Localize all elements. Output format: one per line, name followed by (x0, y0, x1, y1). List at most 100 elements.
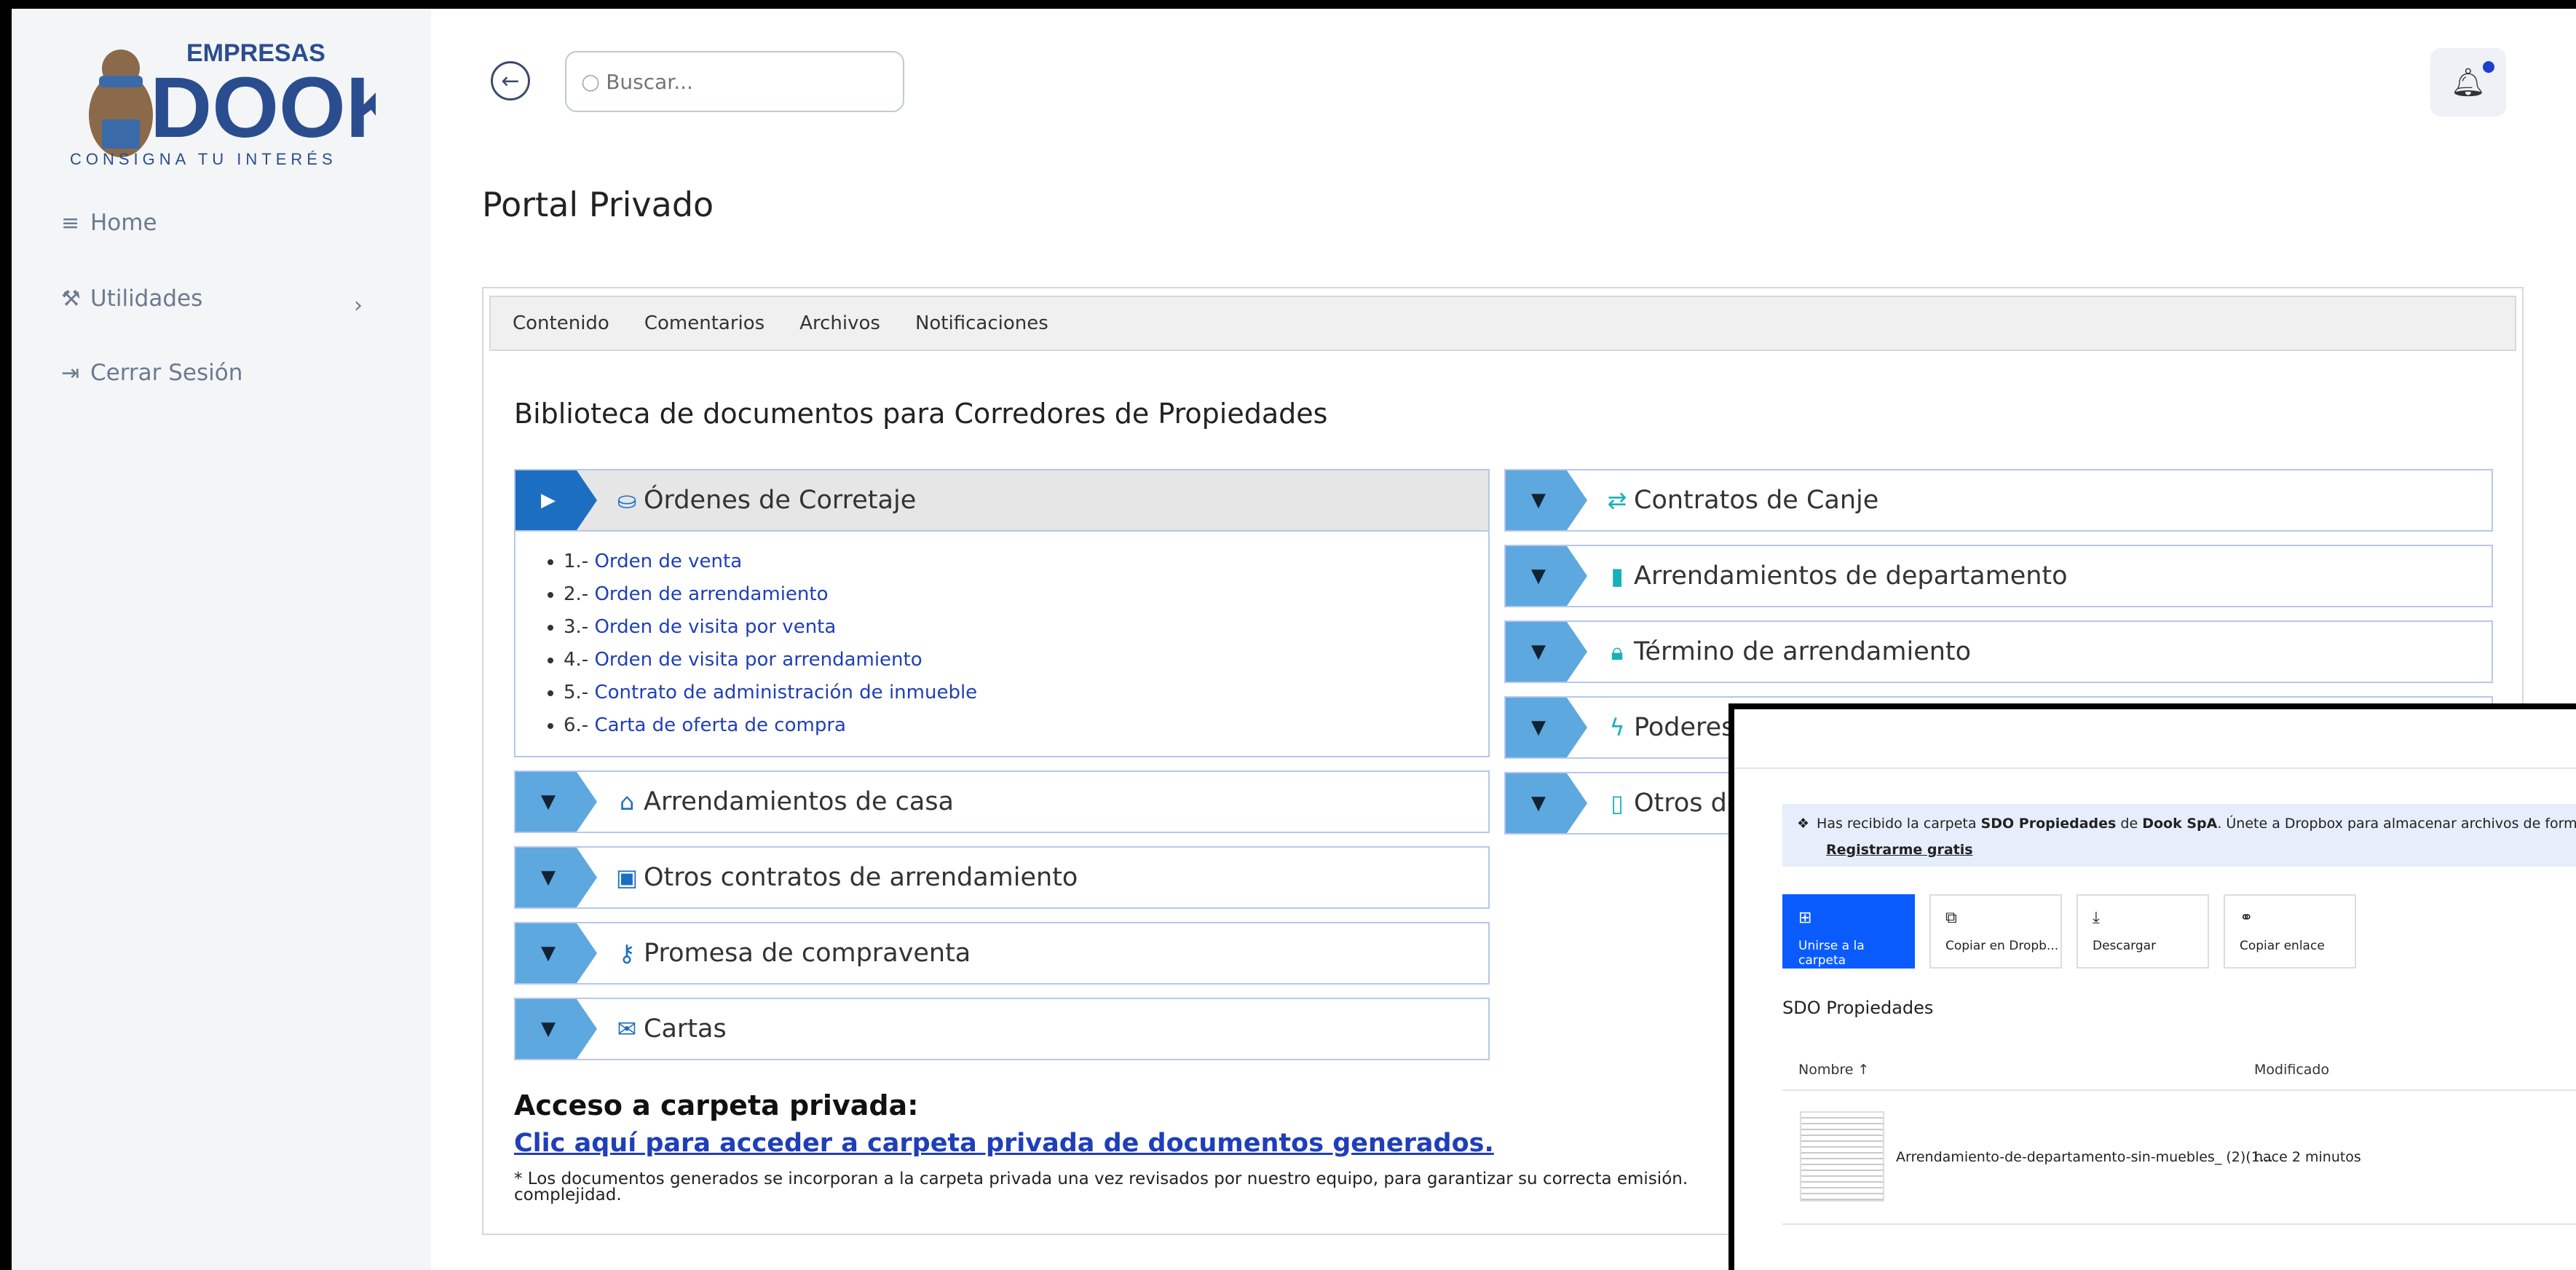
caret-down-icon: ▼ (541, 867, 556, 888)
logo-tagline: CONSIGNA TU INTERÉS (70, 150, 337, 166)
accordion-label: Otros do (1634, 789, 1743, 818)
doc-link-visita-venta[interactable]: Orden de visita por venta (594, 616, 836, 638)
accordion-termino-arrendamiento[interactable]: ▼ 🔒︎ Término de arrendamiento (1504, 620, 2493, 683)
search-box[interactable]: ○ (565, 51, 904, 112)
copy-link-button[interactable]: ⚭ Copiar enlace (2224, 894, 2356, 969)
accordion-arrendamientos-departamento[interactable]: ▼ ▮ Arrendamientos de departamento (1504, 545, 2493, 607)
lock-icon: 🔒︎ (1611, 637, 1624, 666)
doc-link-administracion[interactable]: Contrato de administración de inmueble (594, 682, 977, 703)
dropbox-banner: ❖ Has recibido la carpeta SDO Propiedades… (1782, 804, 2576, 867)
register-link[interactable]: Registrarme gratis (1826, 842, 2576, 858)
list-item: 3.- Orden de visita por venta (564, 616, 1488, 638)
accordion-toggle[interactable]: ▼ (515, 848, 597, 907)
caret-down-icon: ▼ (541, 791, 556, 813)
tab-notificaciones[interactable]: Notificaciones (915, 312, 1048, 334)
exchange-icon: ⇄ (1607, 486, 1627, 514)
tab-contenido[interactable]: Contenido (513, 312, 609, 334)
file-thumbnail[interactable] (1800, 1111, 1884, 1202)
tab-bar: Contenido Comentarios Archivos Notificac… (489, 296, 2516, 351)
accordion-arrendamientos-casa[interactable]: ▼ ⌂ Arrendamientos de casa (514, 770, 1490, 833)
page-title: Portal Privado (482, 185, 714, 224)
caret-down-icon: ▼ (1531, 792, 1546, 814)
column-header-modified[interactable]: Modificado (2254, 1062, 2329, 1078)
library-title: Biblioteca de documentos para Corredores… (514, 398, 1328, 430)
mascot-icon (89, 50, 153, 157)
download-icon: ⤓ (2093, 909, 2100, 927)
sidebar-item-home[interactable]: ≡ Home (61, 210, 157, 236)
file-modified: hace 2 minutos (2254, 1149, 2361, 1165)
accordion-label: Arrendamientos de casa (644, 787, 954, 816)
accordion-toggle[interactable]: ▼ (1506, 698, 1587, 757)
accordion-cartas[interactable]: ▼ ✉ Cartas (514, 998, 1490, 1060)
accordion-toggle[interactable]: ▼ (1506, 622, 1587, 682)
accordion-toggle[interactable]: ▼ (1506, 773, 1587, 833)
tab-archivos[interactable]: Archivos (799, 312, 880, 334)
accordion-label: Órdenes de Corretaje (644, 486, 917, 515)
caret-down-icon: ▼ (541, 1018, 556, 1040)
note-line: * Los documentos generados se incorporan… (514, 1170, 1688, 1188)
accordion-label: Arrendamientos de departamento (1634, 561, 2068, 591)
download-button[interactable]: ⤓ Descargar (2077, 894, 2209, 969)
accordion-toggle[interactable]: ▼ (1506, 546, 1587, 606)
folder-plus-icon: ⊞ (1798, 909, 1812, 927)
note-line: complejidad. (514, 1186, 622, 1204)
notifications-button[interactable]: 🔔︎ (2430, 48, 2506, 117)
accordion-label: Otros contratos de arrendamiento (644, 863, 1078, 892)
ordenes-list: 1.- Orden de venta 2.- Orden de arrendam… (514, 532, 1490, 757)
envelope-icon: ✉ (617, 1015, 637, 1043)
bolt-icon: ϟ (1609, 714, 1625, 741)
logo-main-text: DOOK (150, 60, 376, 156)
accordion-toggle[interactable]: ▼ (515, 923, 597, 983)
button-label: Descargar (2093, 939, 2157, 953)
accordion-toggle[interactable]: ▼ (1506, 470, 1587, 530)
company-logo[interactable]: EMPRESAS DOOK CONSIGNA TU INTERÉS (70, 35, 376, 166)
doc-link-orden-arrendamiento[interactable]: Orden de arrendamiento (594, 583, 828, 605)
file-icon: ▯ (1611, 789, 1624, 817)
doc-link-visita-arrendamiento[interactable]: Orden de visita por arrendamiento (594, 649, 922, 671)
caret-down-icon: ▼ (541, 942, 556, 964)
money-icon: ▣ (615, 864, 639, 891)
sidebar-item-logout[interactable]: ⇥ Cerrar Sesión (61, 360, 242, 386)
accordion-label: Contratos de Canje (1634, 486, 1879, 515)
button-label: Copiar en Dropb... (1945, 939, 2059, 953)
private-folder-title: Acceso a carpeta privada: (514, 1089, 919, 1121)
accordion-toggle[interactable]: ▶ (515, 470, 597, 530)
join-folder-button[interactable]: ⊞ Unirse a la carpeta (1782, 894, 1915, 969)
chevron-right-icon[interactable]: › (354, 293, 363, 318)
copy-icon: ⧉ (1945, 909, 1957, 927)
caret-down-icon: ▼ (1531, 717, 1546, 738)
private-folder-link[interactable]: Clic aquí para acceder a carpeta privada… (514, 1129, 1494, 1158)
list-item: 1.- Orden de venta (564, 551, 1488, 572)
list-item: 2.- Orden de arrendamiento (564, 583, 1488, 605)
doc-link-oferta-compra[interactable]: Carta de oferta de compra (594, 714, 846, 736)
back-button[interactable]: ← (491, 61, 530, 100)
sidebar-item-utilidades[interactable]: ⚒ Utilidades (61, 285, 202, 312)
accordion-contratos-canje[interactable]: ▼ ⇄ Contratos de Canje (1504, 469, 2493, 532)
banner-message: ❖ Has recibido la carpeta SDO Propiedades… (1797, 816, 2576, 832)
bell-icon: 🔔︎ (2450, 66, 2486, 98)
accordion-ordenes-corretaje[interactable]: ▶ ⛀ Órdenes de Corretaje (514, 469, 1490, 532)
doc-link-orden-venta[interactable]: Orden de venta (594, 551, 742, 572)
accordion-label: Promesa de compraventa (644, 939, 971, 968)
arrow-left-icon: ← (501, 68, 520, 94)
link-icon: ⚭ (2240, 909, 2253, 927)
dropbox-window: ❖ Has recibido la carpeta SDO Propiedades… (1728, 703, 2576, 1270)
list-item: 4.- Orden de visita por arrendamiento (564, 649, 1488, 671)
accordion-toggle[interactable]: ▼ (515, 999, 597, 1059)
search-input[interactable] (606, 69, 883, 94)
divider (1782, 1089, 2576, 1091)
sidebar-item-label: Home (90, 210, 157, 236)
folder-name: SDO Propiedades (1782, 998, 1934, 1018)
divider (1782, 1223, 2576, 1225)
column-header-name[interactable]: Nombre ↑ (1798, 1062, 1869, 1078)
accordion-label: Término de arrendamiento (1634, 637, 1972, 666)
copy-to-dropbox-button[interactable]: ⧉ Copiar en Dropb... (1929, 894, 2062, 969)
file-name[interactable]: Arrendamiento-de-departamento-sin-mueble… (1896, 1149, 2273, 1165)
accordion-otros-contratos[interactable]: ▼ ▣ Otros contratos de arrendamiento (514, 846, 1490, 909)
caret-right-icon: ▶ (541, 489, 556, 511)
logout-icon: ⇥ (61, 360, 80, 386)
accordion-toggle[interactable]: ▼ (515, 772, 597, 832)
accordion-label: Poderes (1634, 713, 1735, 742)
tab-comentarios[interactable]: Comentarios (644, 312, 764, 334)
accordion-promesa-compraventa[interactable]: ▼ ⚷ Promesa de compraventa (514, 922, 1490, 985)
